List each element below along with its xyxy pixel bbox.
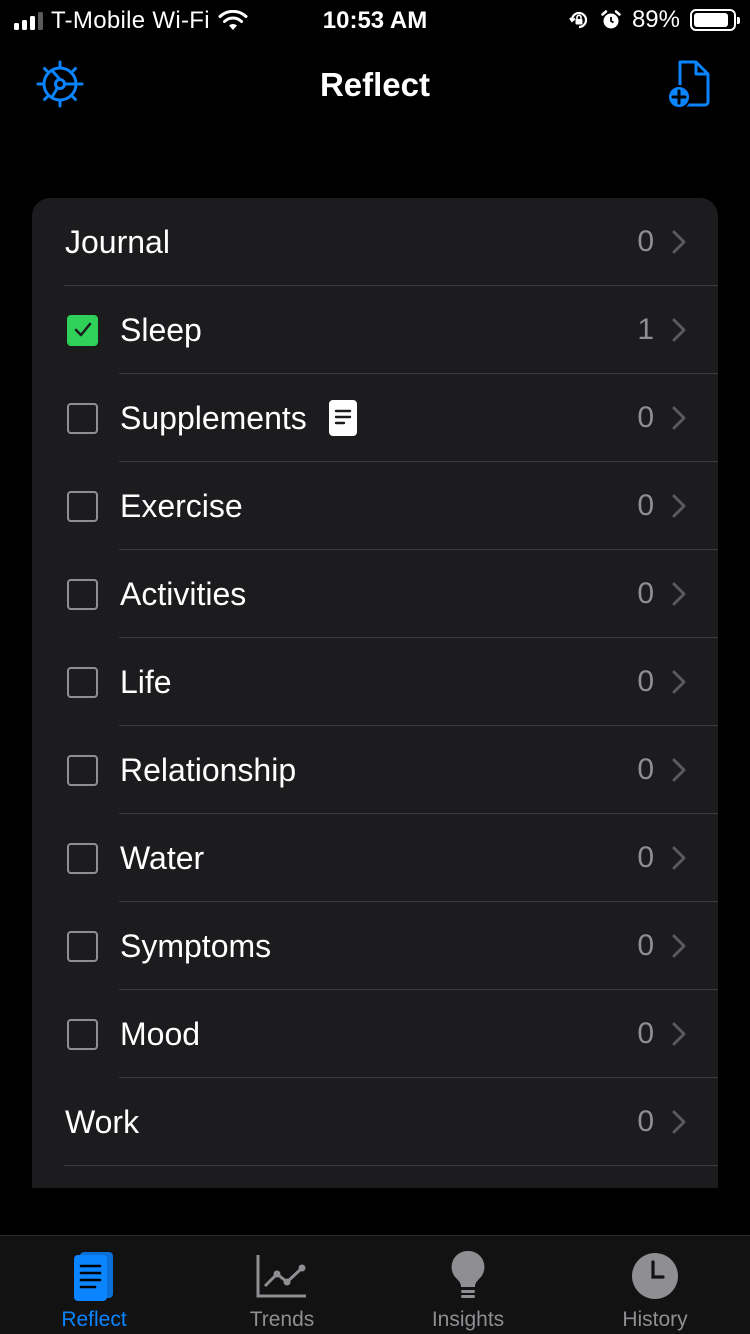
status-bar: T-Mobile Wi-Fi 10:53 AM 89% xyxy=(0,0,750,40)
row-count: 0 xyxy=(637,401,654,434)
checkmark-icon xyxy=(74,322,91,337)
row-label: Work xyxy=(65,1103,140,1140)
tab-history[interactable]: History xyxy=(561,1236,749,1334)
battery-icon xyxy=(690,9,740,31)
note-icon xyxy=(328,400,357,436)
page-title: Reflect xyxy=(319,66,431,103)
journal-icon xyxy=(71,1248,117,1304)
chevron-right-icon xyxy=(672,582,686,606)
checkbox[interactable] xyxy=(67,578,98,610)
tab-label: Trends xyxy=(249,1308,315,1331)
list-row-sleep[interactable]: Sleep 1 xyxy=(32,286,718,374)
row-label: Mood xyxy=(120,1015,201,1052)
row-label: Life xyxy=(120,663,172,700)
tab-label: Insights xyxy=(431,1308,505,1331)
chevron-right-icon xyxy=(672,1022,686,1046)
chevron-right-icon xyxy=(672,846,686,870)
row-count: 0 xyxy=(637,1105,654,1138)
row-label: Journal xyxy=(65,223,170,260)
list-row-symptoms[interactable]: Symptoms 0 xyxy=(32,902,718,990)
tab-bar: Reflect Trends Insights History xyxy=(0,1235,750,1334)
row-count: 0 xyxy=(637,577,654,610)
chevron-right-icon xyxy=(672,406,686,430)
status-right: 89% xyxy=(568,6,740,33)
list-row-relationship[interactable]: Relationship 0 xyxy=(32,726,718,814)
chevron-right-icon xyxy=(672,670,686,694)
list-row-supplements[interactable]: Supplements 0 xyxy=(32,374,718,462)
clock-icon xyxy=(631,1248,679,1304)
chevron-right-icon xyxy=(672,318,686,342)
checkbox[interactable] xyxy=(67,314,98,346)
alarm-icon xyxy=(600,9,622,31)
tab-insights[interactable]: Insights xyxy=(374,1236,562,1334)
row-count: 0 xyxy=(637,753,654,786)
checkbox[interactable] xyxy=(67,1018,98,1050)
checkbox[interactable] xyxy=(67,842,98,874)
new-document-icon xyxy=(667,60,710,109)
list-row-mood[interactable]: Mood 0 xyxy=(32,990,718,1078)
row-label: Exercise xyxy=(120,487,243,524)
checkbox[interactable] xyxy=(67,666,98,698)
chevron-right-icon xyxy=(672,1110,686,1134)
row-label: Relationship xyxy=(120,751,297,788)
tab-reflect[interactable]: Reflect xyxy=(0,1236,188,1334)
checkbox[interactable] xyxy=(67,754,98,786)
row-count: 0 xyxy=(637,225,654,258)
navigation-bar: Reflect xyxy=(0,56,750,116)
lightbulb-icon xyxy=(450,1248,486,1304)
row-label: Supplements xyxy=(120,399,307,436)
checkbox[interactable] xyxy=(67,930,98,962)
row-label: Symptoms xyxy=(120,927,272,964)
checkbox[interactable] xyxy=(67,490,98,522)
row-label: Water xyxy=(120,839,205,876)
list-row-work[interactable]: Work 0 xyxy=(32,1078,718,1166)
chevron-right-icon xyxy=(672,758,686,782)
battery-percent: 89% xyxy=(631,6,680,33)
chevron-right-icon xyxy=(672,230,686,254)
tab-label: Reflect xyxy=(61,1308,127,1331)
new-entry-button[interactable] xyxy=(662,56,718,112)
row-count: 0 xyxy=(637,665,654,698)
tab-label: History xyxy=(622,1308,688,1331)
list-row-activities[interactable]: Activities 0 xyxy=(32,550,718,638)
row-count: 0 xyxy=(637,929,654,962)
line-chart-icon xyxy=(255,1248,309,1304)
list-row-journal[interactable]: Journal 0 xyxy=(32,198,718,286)
chevron-right-icon xyxy=(672,934,686,958)
list-row-life[interactable]: Life 0 xyxy=(32,638,718,726)
row-label: Activities xyxy=(120,575,247,612)
list-row-water[interactable]: Water 0 xyxy=(32,814,718,902)
tab-trends[interactable]: Trends xyxy=(188,1236,376,1334)
row-count: 0 xyxy=(637,841,654,874)
row-count: 0 xyxy=(637,489,654,522)
row-divider xyxy=(64,1165,718,1166)
reflect-screen: T-Mobile Wi-Fi 10:53 AM 89% Reflect Jour… xyxy=(0,0,750,1334)
row-count: 1 xyxy=(637,313,654,346)
list-row-exercise[interactable]: Exercise 0 xyxy=(32,462,718,550)
row-count: 0 xyxy=(637,1017,654,1050)
row-label: Sleep xyxy=(120,311,202,348)
chevron-right-icon xyxy=(672,494,686,518)
orientation-lock-icon xyxy=(568,9,590,31)
category-list: Journal 0 Sleep 1 Supplements 0 Exercise… xyxy=(32,198,718,1188)
checkbox[interactable] xyxy=(67,402,98,434)
